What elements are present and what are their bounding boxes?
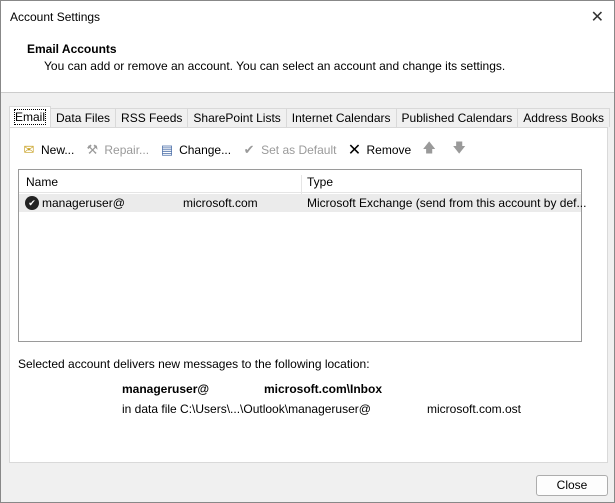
remove-button[interactable]: ✕ Remove <box>345 142 412 159</box>
list-header: Name Type <box>19 170 581 198</box>
default-account-check-icon: ✔ <box>25 196 39 210</box>
move-up-button[interactable]: 🡅 <box>420 140 441 158</box>
x-icon: ✕ <box>347 142 362 159</box>
change-icon: ▤ <box>160 142 174 157</box>
column-header-type[interactable]: Type <box>307 175 333 189</box>
account-domain: microsoft.com <box>183 196 258 210</box>
check-circle-icon: ✔ <box>243 142 255 157</box>
set-default-button[interactable]: ✔ Set as Default <box>240 142 337 158</box>
repair-button[interactable]: ⚒ Repair... <box>83 142 150 158</box>
arrow-down-icon: 🡇 <box>452 140 466 155</box>
tab-strip: Email Data Files RSS Feeds SharePoint Li… <box>9 106 610 128</box>
column-header-name[interactable]: Name <box>26 175 58 189</box>
dialog-header: Email Accounts You can add or remove an … <box>1 33 614 93</box>
new-button[interactable]: ✉ New... <box>20 142 75 158</box>
toolbar: ✉ New... ⚒ Repair... ▤ Change... ✔ Set as De… <box>20 140 480 159</box>
mailbox-path: microsoft.com\Inbox <box>264 382 383 396</box>
repair-label: Repair... <box>104 143 150 157</box>
arrow-up-icon: 🡅 <box>422 140 436 155</box>
new-account-icon: ✉ <box>23 142 35 157</box>
tab-data-files[interactable]: Data Files <box>50 108 117 127</box>
mailbox-user: manageruser@ <box>122 382 210 396</box>
remove-label: Remove <box>366 143 412 157</box>
account-settings-dialog: Account Settings ✕ Email Accounts You ca… <box>0 0 615 503</box>
tab-email[interactable]: Email <box>9 106 52 127</box>
change-label: Change... <box>179 143 232 157</box>
tab-sharepoint-lists[interactable]: SharePoint Lists <box>187 108 287 127</box>
data-file-path: in data file C:\Users\...\Outlook\manage… <box>122 402 371 416</box>
move-down-button[interactable]: 🡇 <box>450 140 471 158</box>
header-title: Email Accounts <box>27 42 117 56</box>
tab-internet-calendars[interactable]: Internet Calendars <box>285 108 397 127</box>
change-button[interactable]: ▤ Change... <box>158 142 231 158</box>
window-title: Account Settings <box>10 10 101 24</box>
accounts-list[interactable]: Name Type ✔ manageruser@ microsoft.com M… <box>18 169 586 342</box>
title-bar: Account Settings ✕ <box>1 1 614 33</box>
set-default-label: Set as Default <box>261 143 337 157</box>
account-user: manageruser@ <box>42 196 125 210</box>
tab-published-calendars[interactable]: Published Calendars <box>395 108 519 127</box>
tab-label: Email <box>13 109 47 125</box>
email-tab-panel: ✉ New... ⚒ Repair... ▤ Change... ✔ Set as De… <box>9 127 608 463</box>
close-icon[interactable]: ✕ <box>591 7 604 27</box>
new-label: New... <box>41 143 75 157</box>
close-button[interactable]: Close <box>536 475 608 496</box>
data-file-suffix: microsoft.com.ost <box>427 402 522 416</box>
header-subtitle: You can add or remove an account. You ca… <box>44 59 506 73</box>
table-row[interactable]: ✔ manageruser@ microsoft.com Microsoft E… <box>19 194 586 212</box>
repair-icon: ⚒ <box>86 142 99 157</box>
tab-rss-feeds[interactable]: RSS Feeds <box>115 108 189 127</box>
tab-address-books[interactable]: Address Books <box>517 108 610 127</box>
account-type: Microsoft Exchange (send from this accou… <box>307 196 587 210</box>
location-label: Selected account delivers new messages t… <box>18 357 370 371</box>
